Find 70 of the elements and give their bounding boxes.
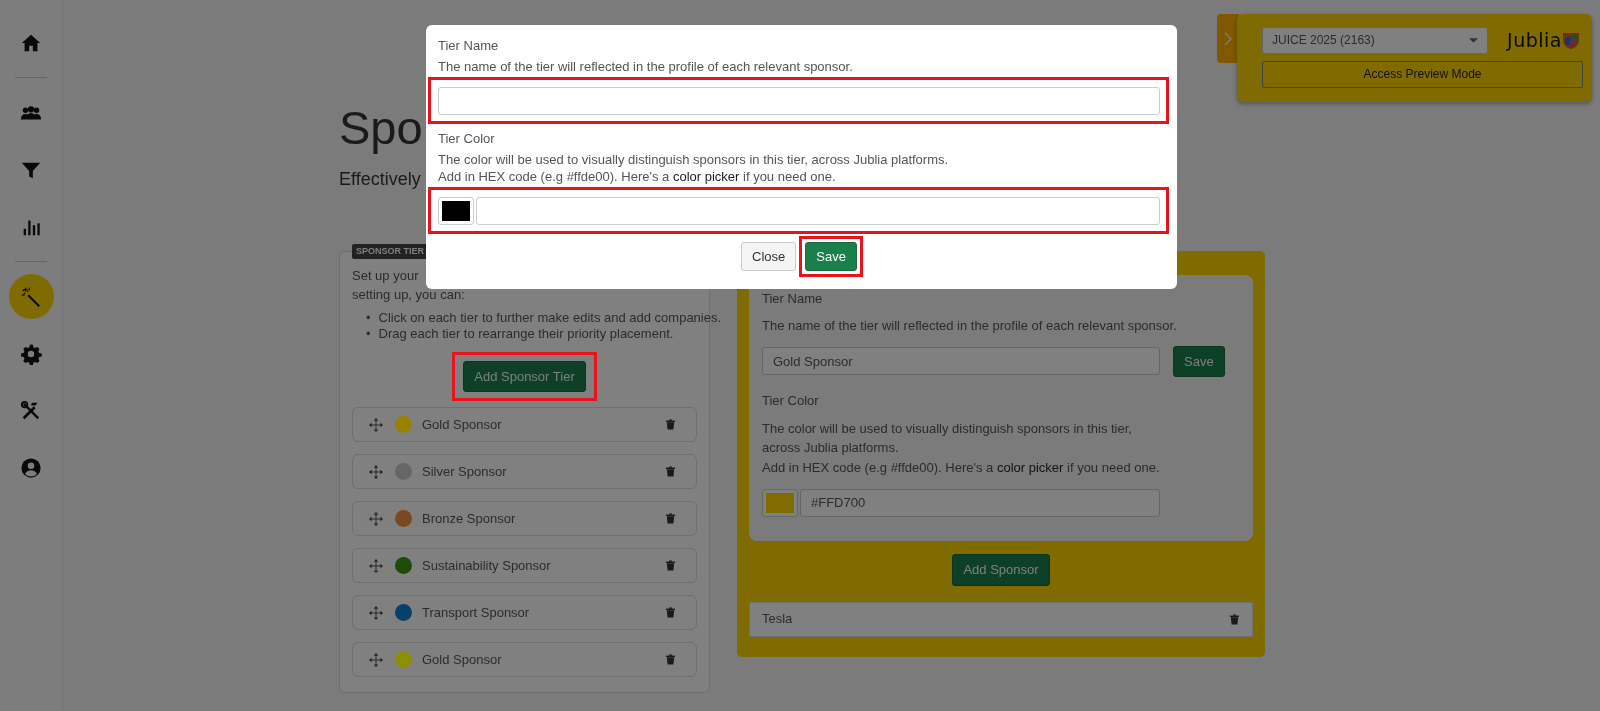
field-label: Tier Name <box>762 289 824 308</box>
section-label: SPONSOR TIER <box>352 243 428 260</box>
move-icon <box>369 417 383 432</box>
help-text: Add in HEX code (e.g #ffde00). Here's a color picker if you need one. <box>438 168 837 185</box>
event-select[interactable]: JUICE 2025 (2163) <box>1262 26 1488 54</box>
tier-name: Sustainability Sponsor <box>422 556 552 575</box>
tools-icon <box>20 399 42 422</box>
hex-field[interactable] <box>476 197 1160 225</box>
tier-name-field[interactable] <box>438 87 1160 115</box>
tier-name: Gold Sponsor <box>422 650 503 669</box>
move-icon <box>369 652 383 667</box>
add-tier-button[interactable]: Add Sponsor Tier <box>463 360 586 393</box>
tier-row[interactable]: Silver Sponsor <box>352 454 697 490</box>
tier-row[interactable]: Gold Sponsor <box>352 407 697 443</box>
preview-mode-button[interactable]: Access Preview Mode <box>1262 60 1583 88</box>
close-button[interactable]: Close <box>741 242 797 271</box>
help-text: The name of the tier will reflected in the profile of each relevant sponsor. <box>762 317 1178 336</box>
instruction-item: Click on each tier to further make edits and add companies. <box>378 309 722 326</box>
add-sponsor-button[interactable]: Add Sponsor <box>952 554 1050 586</box>
sponsor-name: Tesla <box>762 610 794 629</box>
tier-row[interactable]: Gold Sponsor <box>352 642 697 678</box>
intro-text: setting up, you can: <box>352 285 465 304</box>
field-label: Tier Name <box>438 37 500 54</box>
field-label: Tier Color <box>762 392 820 411</box>
chevron-right-icon <box>1224 31 1232 46</box>
tier-name: Gold Sponsor <box>422 415 503 434</box>
trash-icon[interactable] <box>665 606 676 620</box>
sponsor-row[interactable]: Tesla <box>749 601 1253 637</box>
tier-name: Transport Sponsor <box>422 603 531 622</box>
trash-icon[interactable] <box>665 465 676 479</box>
field-label: Tier Color <box>438 130 496 147</box>
tier-name-field[interactable]: Gold Sponsor <box>762 347 1160 376</box>
trash-icon[interactable] <box>665 418 676 432</box>
sidebar-item[interactable] <box>8 274 54 319</box>
intro-text: Set up your <box>352 266 419 285</box>
save-button[interactable]: Save <box>805 242 857 271</box>
logo-text: Jublia <box>1507 28 1562 53</box>
color-swatch[interactable] <box>762 489 798 518</box>
move-icon <box>369 605 383 620</box>
instruction-item: Drag each tier to rearrange their priority placement. <box>378 325 674 342</box>
bullet-marker: • <box>366 325 371 342</box>
move-icon <box>369 558 383 573</box>
move-icon <box>369 511 383 526</box>
help-text: The color will be used to visually distinguish sponsors in this tier, across Jublia platforms. <box>762 419 1133 458</box>
help-text: Add in HEX code (e.g #ffde00). Here's a color picker if you need one. <box>762 458 1161 477</box>
logo-icon <box>1562 31 1580 50</box>
panel-toggle[interactable] <box>1217 14 1239 63</box>
tier-row[interactable]: Bronze Sponsor <box>352 501 697 537</box>
trash-icon[interactable] <box>1229 612 1240 626</box>
page-title: Spo <box>339 102 423 154</box>
bullet-marker: • <box>366 309 371 326</box>
help-text: The color will be used to visually distinguish sponsors in this tier, across Jublia platforms. <box>438 151 950 168</box>
move-icon <box>369 464 383 479</box>
save-button[interactable]: Save <box>1173 345 1225 378</box>
tier-row[interactable]: Transport Sponsor <box>352 595 697 631</box>
trash-icon[interactable] <box>665 512 676 526</box>
color-picker-link[interactable]: color picker <box>996 459 1064 475</box>
trash-icon[interactable] <box>665 559 676 573</box>
user-icon <box>20 456 42 479</box>
settings-icon <box>20 342 42 365</box>
caret-down-icon <box>1469 37 1478 43</box>
color-picker-link[interactable]: color picker <box>672 169 740 184</box>
hex-field[interactable]: #FFD700 <box>800 489 1160 518</box>
help-text: The name of the tier will reflected in the profile of each relevant sponsor. <box>438 58 854 75</box>
magic-wand-icon <box>20 285 42 308</box>
tier-name: Silver Sponsor <box>422 462 508 481</box>
page-subtitle: Effectively <box>339 167 421 191</box>
tier-row[interactable]: Sustainability Sponsor <box>352 548 697 584</box>
trash-icon[interactable] <box>665 653 676 667</box>
tier-name: Bronze Sponsor <box>422 509 517 528</box>
